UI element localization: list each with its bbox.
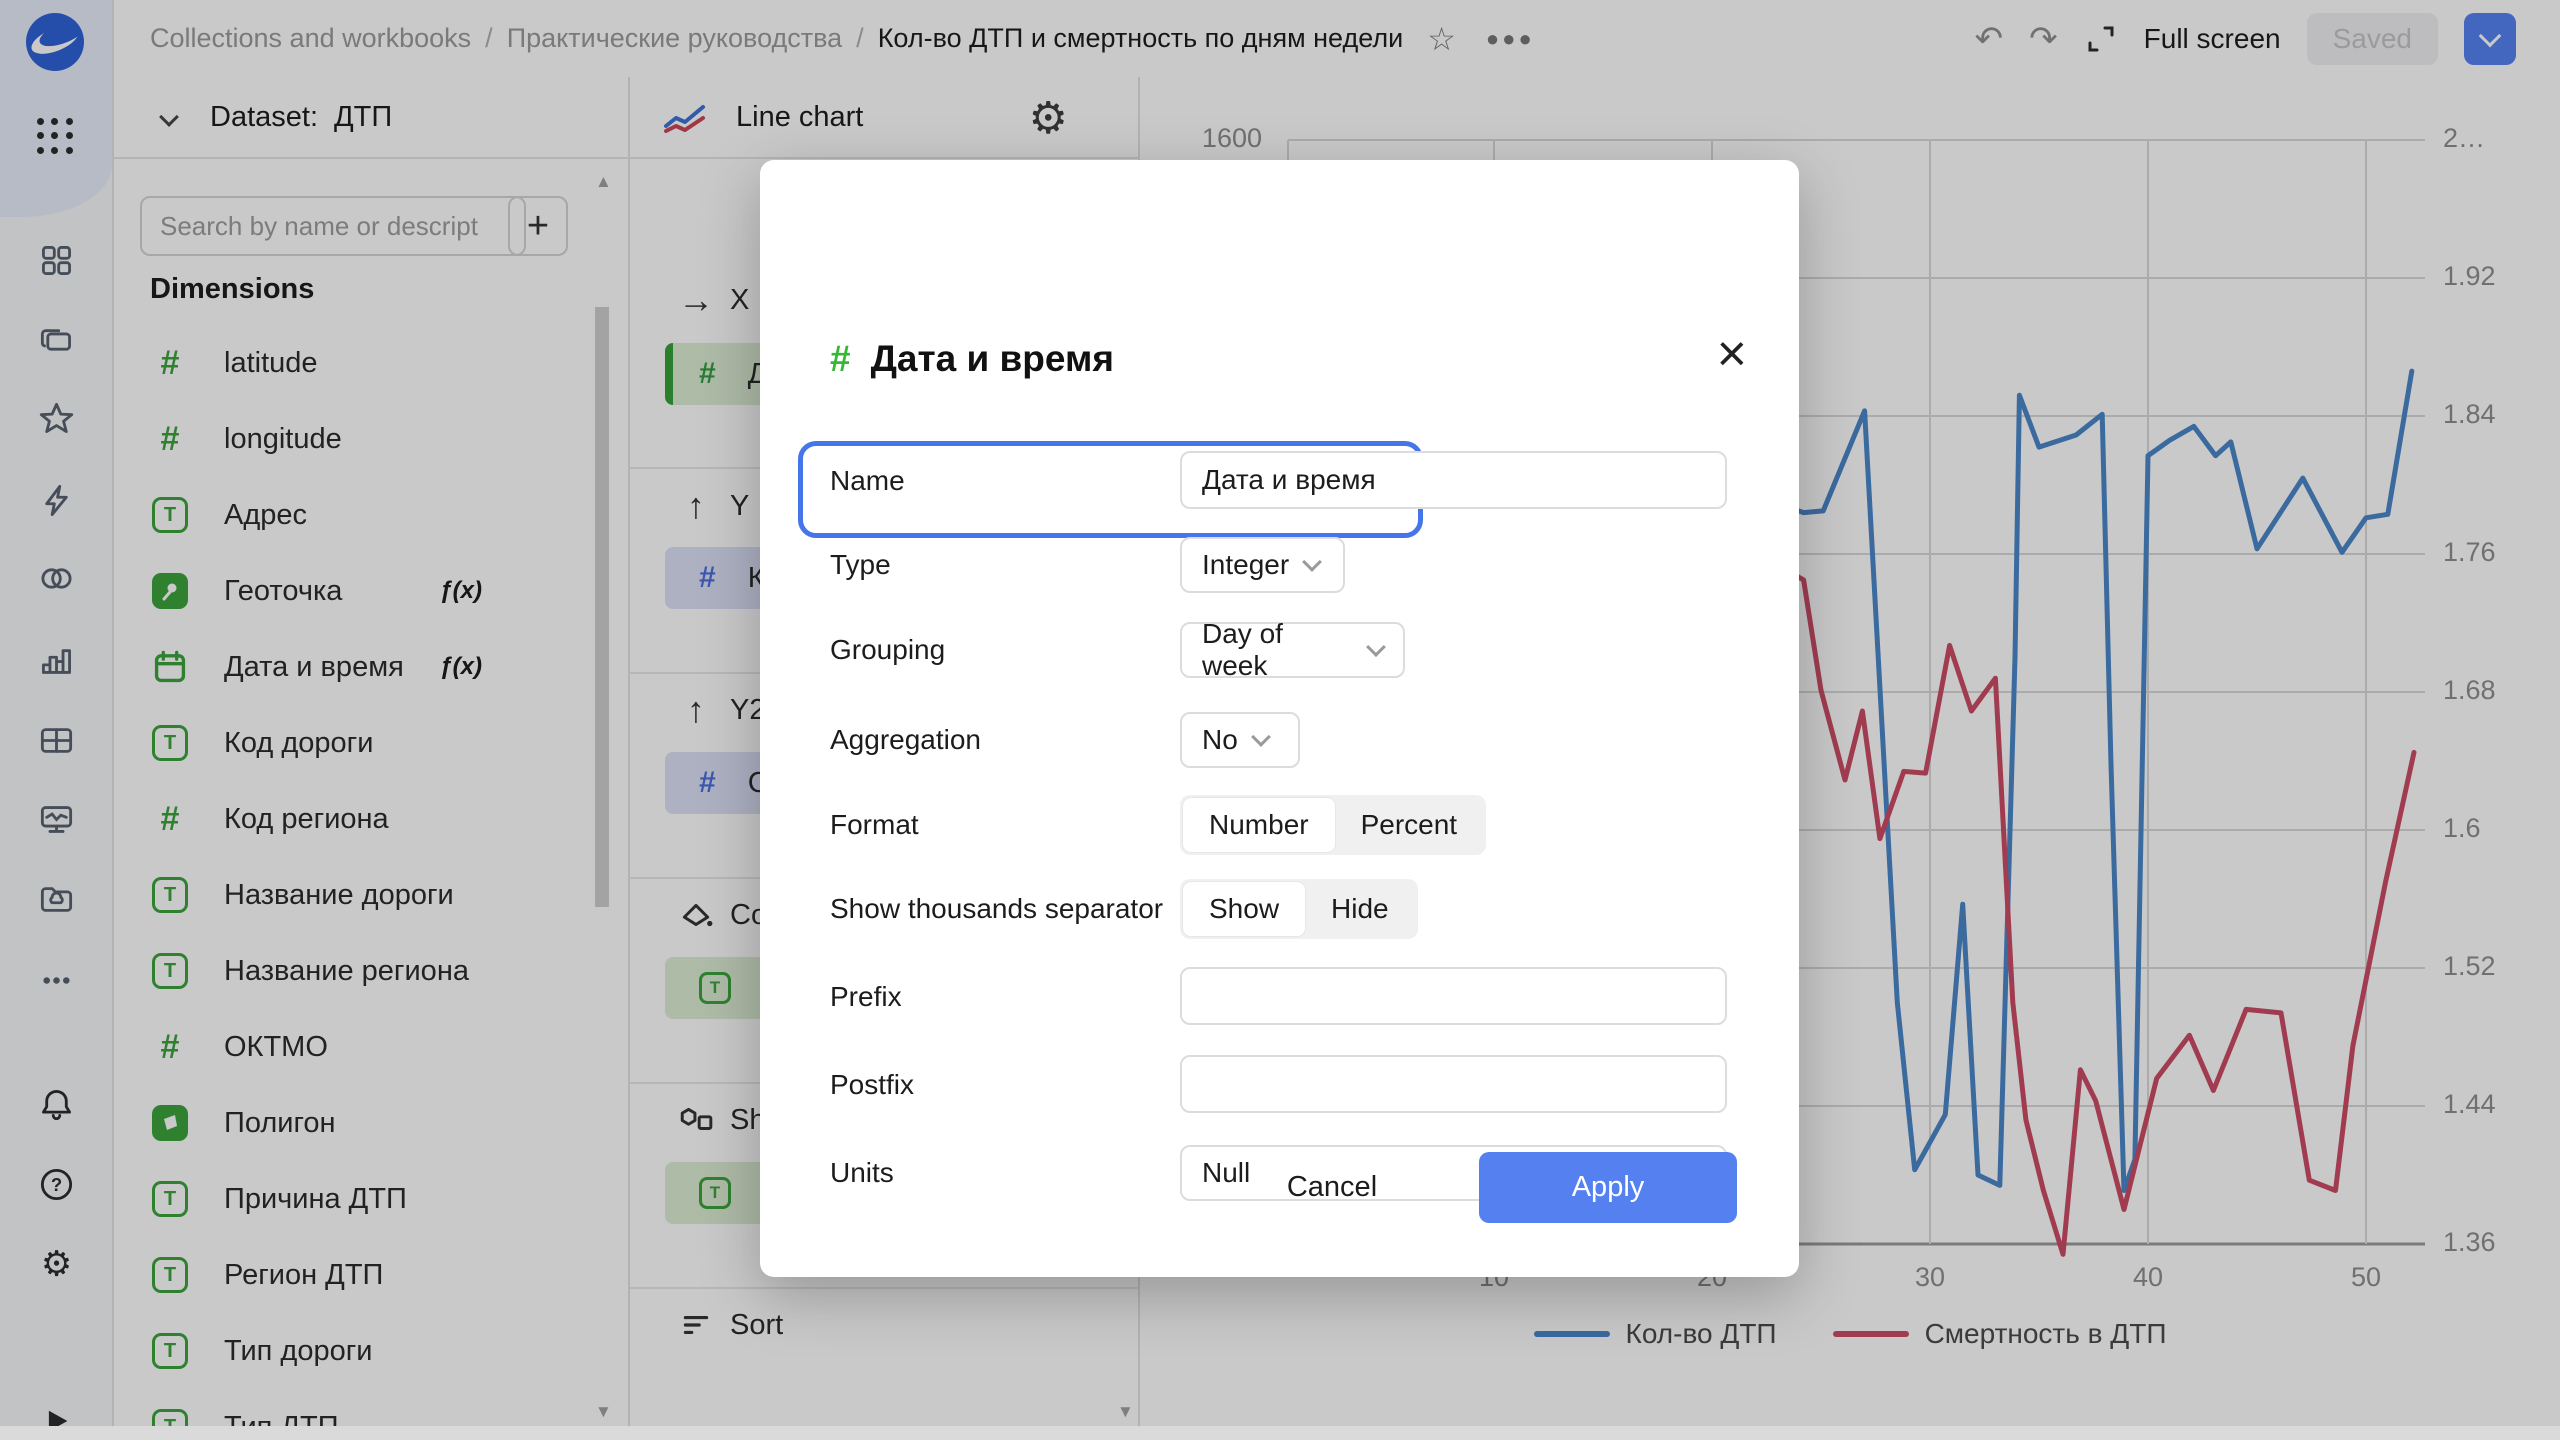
chevron-down-icon bbox=[1302, 552, 1323, 572]
name-input[interactable]: Дата и время bbox=[1180, 451, 1727, 509]
selected-value: Null bbox=[1202, 1157, 1251, 1188]
close-icon[interactable]: × bbox=[1717, 328, 1747, 380]
apply-button[interactable]: Apply bbox=[1479, 1152, 1737, 1223]
horizontal-scrollbar[interactable] bbox=[0, 1426, 2560, 1440]
chevron-down-icon bbox=[1366, 637, 1386, 657]
selected-value: Integer bbox=[1202, 549, 1290, 580]
selected-value: No bbox=[1202, 724, 1238, 755]
postfix-input[interactable] bbox=[1180, 1055, 1727, 1113]
segment-option[interactable]: Number bbox=[1183, 798, 1335, 852]
aggregation-select[interactable]: No bbox=[1180, 712, 1300, 768]
modal-title: # Дата и время bbox=[830, 338, 1114, 379]
modal-field-label: Postfix bbox=[830, 1069, 915, 1100]
modal-field-label: Units bbox=[830, 1157, 894, 1188]
format-segmented: Number Percent bbox=[1180, 795, 1487, 855]
show-thousands-separator-segmented: Show Hide bbox=[1180, 879, 1418, 939]
modal-field-label: Prefix bbox=[830, 981, 902, 1012]
type-select[interactable]: Integer bbox=[1180, 537, 1345, 593]
segment-option[interactable]: Show bbox=[1183, 882, 1306, 936]
segment-option[interactable]: Hide bbox=[1305, 882, 1415, 936]
chevron-down-icon bbox=[1250, 727, 1271, 747]
field-settings-modal: # Дата и время × Name Дата и время Type Int… bbox=[760, 160, 1799, 1277]
grouping-select[interactable]: Day of week bbox=[1180, 618, 1405, 681]
app-window: Collections and workbooks / Практические р… bbox=[0, 0, 2560, 1440]
modal-field-label: Name bbox=[830, 465, 905, 496]
cancel-button[interactable]: Cancel bbox=[1287, 1152, 1377, 1223]
modal-field-label: Aggregation bbox=[830, 724, 982, 755]
selected-value: Day of week bbox=[1202, 618, 1283, 681]
modal-field-label: Show thousands separator bbox=[830, 893, 1164, 924]
modal-field-label: Format bbox=[830, 809, 919, 840]
prefix-input[interactable] bbox=[1180, 967, 1727, 1025]
number-field-icon: # bbox=[830, 338, 851, 379]
modal-field-label: Grouping bbox=[830, 634, 946, 665]
segment-option[interactable]: Percent bbox=[1335, 798, 1484, 852]
modal-field-label: Type bbox=[830, 549, 891, 580]
